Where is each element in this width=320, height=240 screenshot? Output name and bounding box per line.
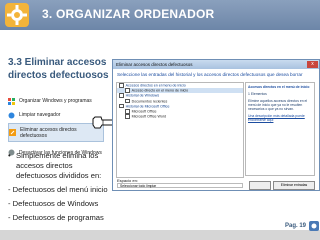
select-all-row[interactable]: Seleccionar todo limpiar [117,183,243,188]
menu-item-eliminar-accesos[interactable]: Eliminar accesos directos defectuosos [8,123,104,142]
slide-title: 3. ORGANIZAR ORDENADOR [42,7,215,21]
dialog-header: Seleccione las entradas del historial y … [117,72,303,77]
sub-item: - Defectuosos del menú inicio [8,185,108,194]
dialog-title: Eliminar accesos directos defectuosos [113,60,319,69]
dialog-window: Eliminar accesos directos defectuosos x … [112,59,320,191]
details-section-title: Accesos directos en el menú de inicio [248,85,310,89]
details-link[interactable]: Una descripción más detallada puede enco… [248,114,312,122]
gear-icon [5,3,29,27]
tree-row-label: Accesos directos en el menú de inicio [125,83,186,88]
delete-entries-button[interactable]: Eliminar entradas [273,181,315,190]
tree-row-label: Microsoft Office [131,109,157,114]
shortcut-icon [9,129,16,136]
page-number: Pag. 19 [284,223,306,229]
browser-icon [8,112,15,118]
checkbox[interactable] [119,103,124,109]
windows-icon [8,97,15,105]
checkbox[interactable] [119,93,124,98]
menu-item-label: Organizar Windows y programas [19,98,92,104]
tree-row-label: Historial de Microsoft Office [125,104,170,108]
logo-icon [309,221,319,231]
tree-row-label: Documentos recientes [131,98,168,103]
sub-item: - Defectuosos de programas [8,213,104,222]
checkbox[interactable] [125,88,130,93]
tree-row-label: Microsoft Office Word [131,114,167,119]
bullet-list: Simplemente elimina los accesos directos… [8,151,113,223]
sub-item: - Defectuosos de Windows [8,199,99,208]
tree-row-label: Historial de Windows [125,93,160,98]
checkbox[interactable] [125,108,130,114]
tree-item-row[interactable]: Microsoft Office Word [117,114,243,119]
details-panel: Accesos directos en el menú de inicio 1 … [245,82,315,176]
close-button[interactable]: x [307,61,318,68]
details-count: 1 Elementos [248,92,267,96]
pointing-hand-icon [92,116,114,129]
details-description: Elimine aquellos accesos directos en el … [248,99,308,111]
slide-header: 3. ORGANIZAR ORDENADOR [0,0,320,30]
menu-item-limpiar[interactable]: Limpiar navegador [8,109,104,121]
checkbox[interactable] [119,83,124,88]
checkbox[interactable] [125,98,130,104]
slide-footer [0,230,320,240]
checkbox[interactable] [125,114,130,119]
tree-row-label: Acceso directo en el menú de inicio [131,88,189,93]
bullet-item: Simplemente elimina los accesos directos… [8,151,113,181]
menu-item-label: Eliminar accesos directos defectuosos [20,126,77,139]
menu-item-organizar[interactable]: Organizar Windows y programas [8,95,104,107]
secondary-button[interactable] [249,181,271,190]
entries-tree: Accesos directos en el menú de inicio Ac… [116,82,244,178]
dialog-body: Seleccione las entradas del historial y … [113,69,319,190]
section-subtitle: 3.3 Eliminar accesos directos defectuoso… [8,57,109,81]
menu-item-label: Limpiar navegador [19,112,61,118]
